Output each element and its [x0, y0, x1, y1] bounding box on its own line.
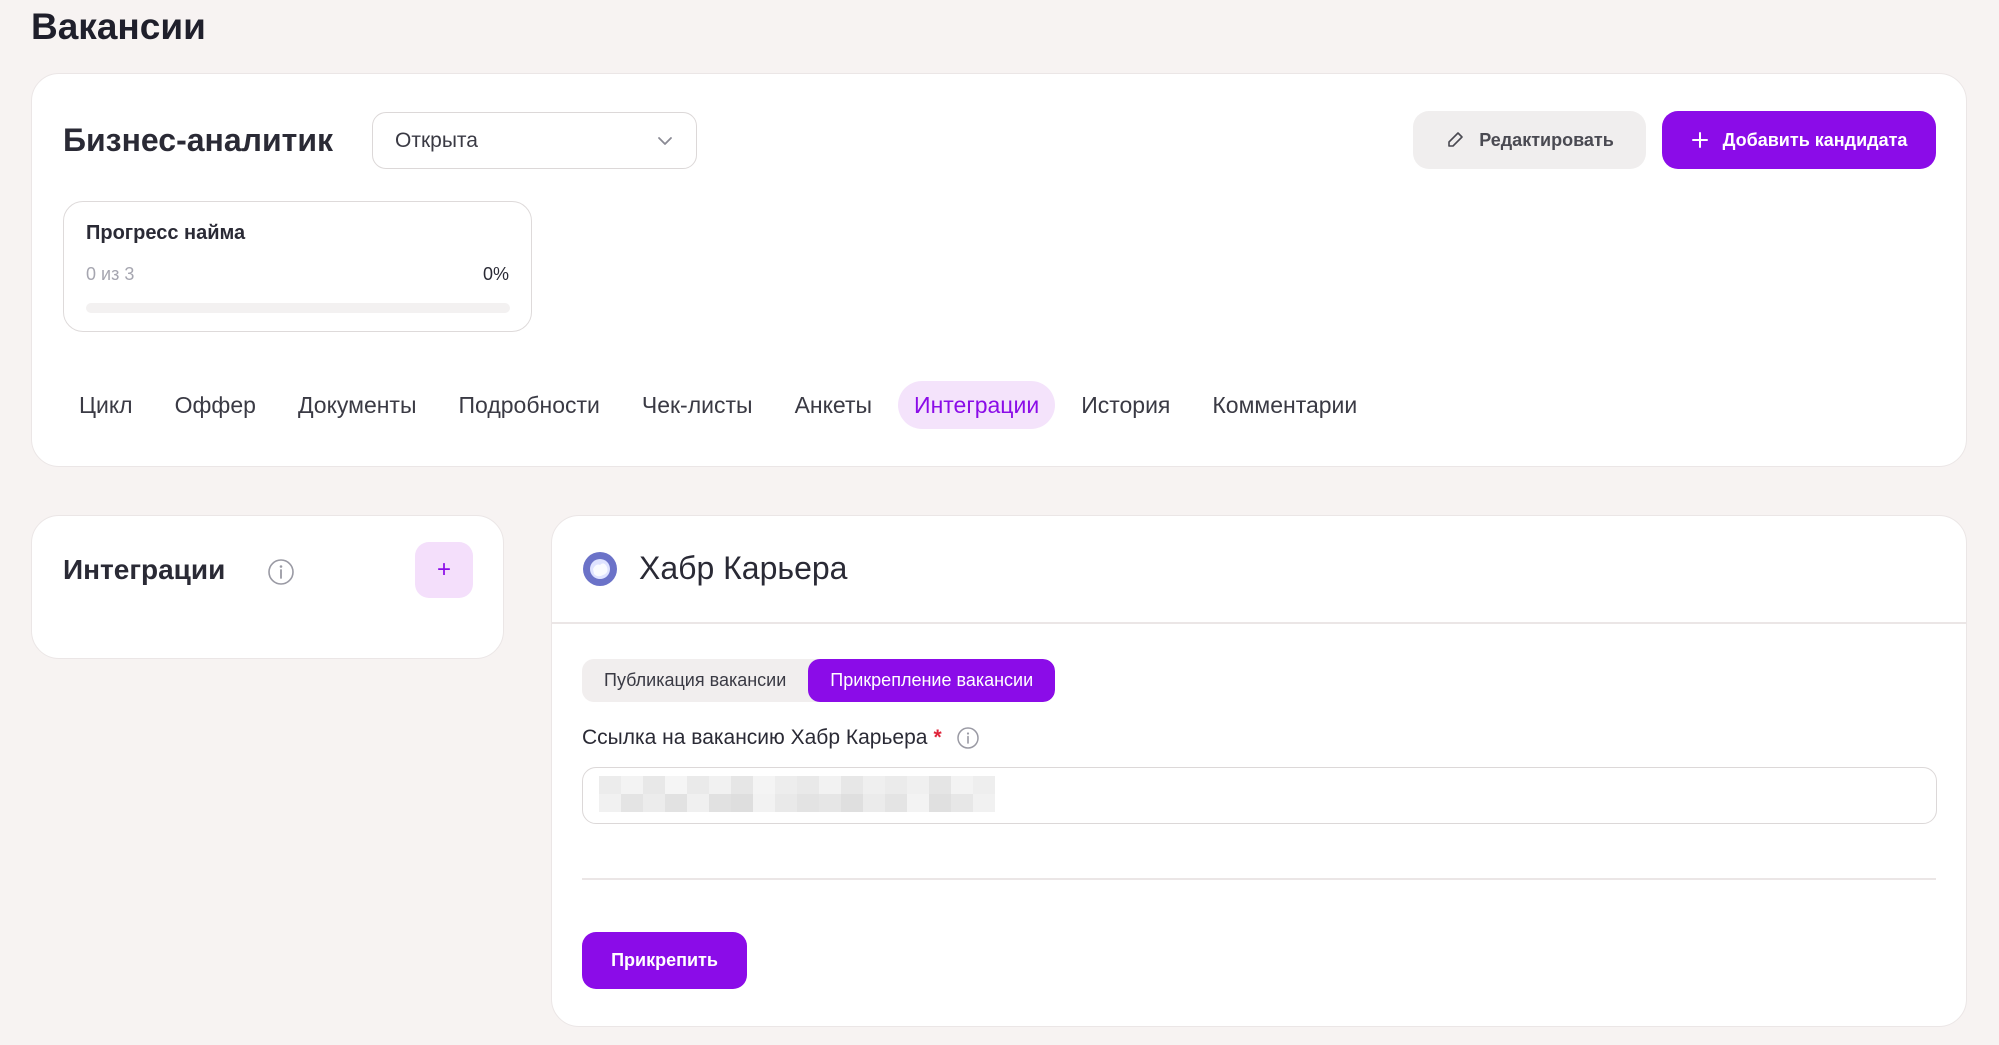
- required-mark: *: [933, 726, 942, 749]
- tab-1[interactable]: Оффер: [159, 381, 272, 429]
- info-icon[interactable]: [956, 726, 980, 750]
- divider: [582, 878, 1936, 880]
- vacancy-link-label: Ссылка на вакансию Хабр Карьера *: [582, 726, 980, 750]
- habr-integration-card: Хабр Карьера Публикация вакансии Прикрепл…: [551, 515, 1967, 1027]
- habr-title: Хабр Карьера: [639, 550, 848, 586]
- integrations-card: Интеграции +: [31, 515, 504, 659]
- progress-percent: 0%: [482, 264, 509, 284]
- redacted-url: [599, 776, 995, 812]
- vacancy-link-input[interactable]: [582, 767, 1937, 824]
- vacancy-tabs: Цикл Оффер Документы Подробности Чек-листы Ан…: [63, 381, 1373, 429]
- attach-button[interactable]: Прикрепить: [582, 932, 747, 989]
- tab-2[interactable]: Документы: [282, 381, 433, 429]
- progress-count: 0 из 3: [86, 264, 135, 284]
- status-value: Открыта: [395, 128, 478, 152]
- add-candidate-button[interactable]: Добавить кандидата: [1662, 111, 1936, 169]
- tab-7[interactable]: История: [1065, 381, 1186, 429]
- edit-button-label: Редактировать: [1479, 129, 1614, 150]
- tab-3[interactable]: Подробности: [443, 381, 616, 429]
- divider: [552, 622, 1966, 624]
- vacancy-header-card: Бизнес-аналитик Открыта Редактировать До…: [31, 73, 1967, 467]
- hiring-progress-card: Прогресс найма 0 из 3 0%: [63, 201, 532, 332]
- edit-button[interactable]: Редактировать: [1413, 111, 1646, 169]
- habr-logo-icon: [583, 552, 617, 586]
- tab-0[interactable]: Цикл: [63, 381, 149, 429]
- chevron-down-icon: [658, 136, 672, 145]
- info-icon[interactable]: [267, 558, 295, 586]
- status-select[interactable]: Открыта: [372, 112, 697, 169]
- page-title: Вакансии: [31, 6, 206, 47]
- tab-5[interactable]: Анкеты: [779, 381, 888, 429]
- mode-switch: Публикация вакансии Прикрепление вакансии: [582, 659, 1056, 702]
- pencil-icon: [1448, 132, 1463, 147]
- progress-bar: [86, 303, 510, 313]
- vacancy-title: Бизнес-аналитик: [63, 122, 334, 158]
- tab-8[interactable]: Комментарии: [1196, 381, 1373, 429]
- tab-6[interactable]: Интеграции: [898, 381, 1056, 429]
- vacancy-link-label-text: Ссылка на вакансию Хабр Карьера: [582, 726, 928, 749]
- tab-4[interactable]: Чек-листы: [626, 381, 769, 429]
- mode-option-0[interactable]: Публикация вакансии: [582, 659, 808, 702]
- add-candidate-label: Добавить кандидата: [1722, 129, 1908, 150]
- integrations-title: Интеграции: [63, 554, 226, 585]
- mode-option-1[interactable]: Прикрепление вакансии: [808, 659, 1056, 702]
- add-integration-button[interactable]: +: [415, 542, 473, 598]
- progress-label: Прогресс найма: [86, 222, 246, 244]
- plus-icon: [1691, 132, 1708, 148]
